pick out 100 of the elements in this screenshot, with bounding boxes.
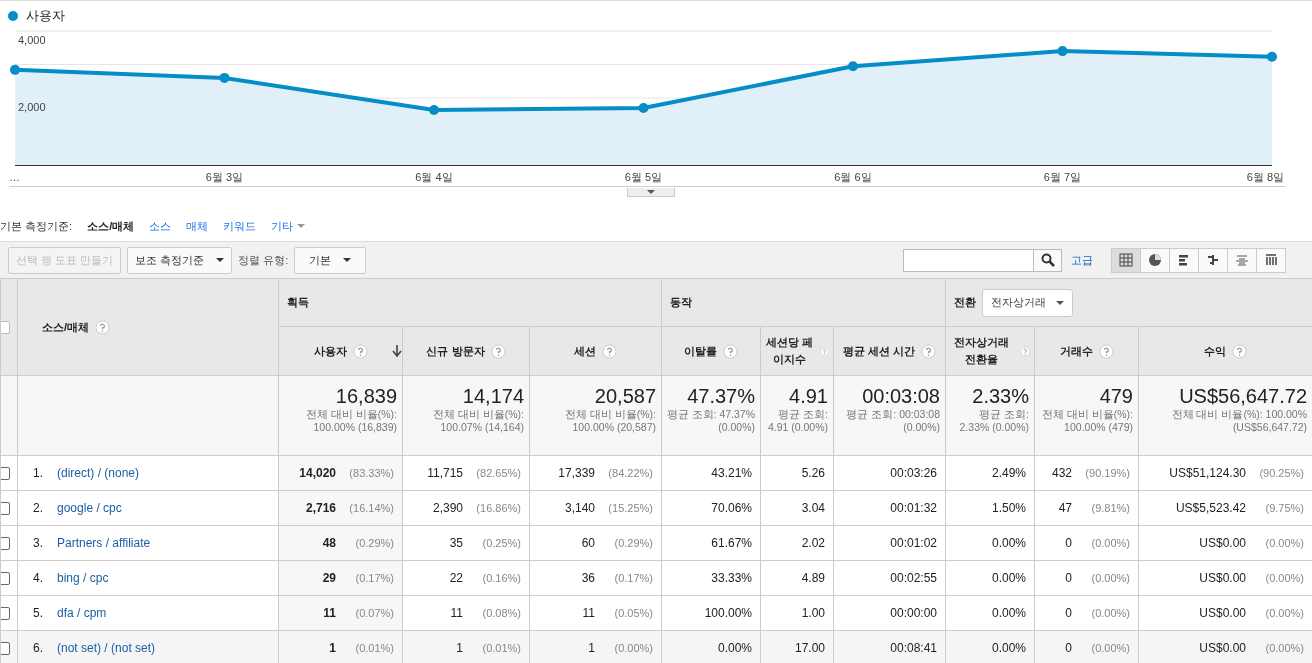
data-point xyxy=(10,64,20,75)
cell-value: 43.21% xyxy=(711,466,752,480)
total-note: 전체 대비 비율(%): 100.00% (US$56,647.72) xyxy=(1170,408,1307,434)
cell-share: (84.22%) xyxy=(607,467,653,479)
row-number: 5. xyxy=(33,606,43,620)
cell-value: US$5,523.42 xyxy=(1175,501,1246,515)
cell-share: (0.25%) xyxy=(481,537,521,549)
total-note: 평균 조회: 2.33% (0.00%) xyxy=(958,408,1029,434)
cell-share: (83.33%) xyxy=(348,467,394,479)
cell-value: 22 xyxy=(449,571,463,585)
cell-value: US$0.00 xyxy=(1199,536,1246,550)
cell-share: (0.00%) xyxy=(1264,642,1304,654)
total-value: 14,174 xyxy=(461,384,524,408)
checkbox[interactable] xyxy=(0,606,10,620)
total-note: 전체 대비 비율(%): 100.00% (20,587) xyxy=(563,408,656,434)
caret-icon xyxy=(297,224,306,228)
cell-value: 14,020 xyxy=(299,466,336,480)
column-header[interactable]: 거래수 xyxy=(1059,342,1093,360)
column-header[interactable]: 신규 방문자 xyxy=(426,342,485,360)
cell-share: (0.00%) xyxy=(1090,537,1130,549)
sort-type-dropdown[interactable]: 기본 xyxy=(294,246,367,274)
cell-share: (90.19%) xyxy=(1084,467,1130,479)
total-value: US$56,647.72 xyxy=(1178,384,1307,408)
cell-value: 3.04 xyxy=(801,501,825,515)
dimension-tab[interactable]: 소스/매체 xyxy=(87,218,135,234)
pie-chart-icon xyxy=(1148,253,1162,267)
cell-value: 2.49% xyxy=(991,466,1026,480)
checkbox[interactable] xyxy=(0,641,10,655)
total-value: 4.91 xyxy=(788,384,828,408)
cell-value: 70.06% xyxy=(711,501,752,515)
source-link[interactable]: google / cpc xyxy=(57,501,122,515)
checkbox[interactable] xyxy=(0,571,10,585)
cell-share: (0.00%) xyxy=(1264,607,1304,619)
view-button[interactable] xyxy=(1141,248,1170,272)
checkbox[interactable] xyxy=(0,501,10,515)
cell-value: US$51,124.30 xyxy=(1169,466,1246,480)
data-point xyxy=(219,72,230,83)
source-link[interactable]: Partners / affiliate xyxy=(57,536,151,550)
axis-label: 4,000 xyxy=(18,34,46,46)
cell-value: 0 xyxy=(1065,571,1072,585)
view-button[interactable] xyxy=(1199,248,1228,272)
total-value: 00:03:08 xyxy=(861,384,940,408)
checkbox[interactable] xyxy=(0,536,10,550)
cell-share: (0.05%) xyxy=(613,607,653,619)
checkbox[interactable] xyxy=(0,466,10,480)
cell-share: (0.29%) xyxy=(613,537,653,549)
search-button[interactable] xyxy=(1034,248,1062,272)
cell-value: 2,716 xyxy=(305,501,336,515)
conversion-dropdown[interactable]: 전자상거래 xyxy=(982,288,1073,317)
source-link[interactable]: (direct) / (none) xyxy=(57,466,140,480)
cell-value: 0 xyxy=(1065,536,1072,550)
dimension-tab[interactable]: 키워드 xyxy=(223,218,257,234)
cell-value: 11 xyxy=(323,606,336,620)
chart-collapse-tab[interactable] xyxy=(627,188,675,197)
cell-share: (0.00%) xyxy=(1090,572,1130,584)
cell-value: 4.89 xyxy=(801,571,825,585)
advanced-link[interactable]: 고급 xyxy=(1071,252,1093,268)
view-button[interactable] xyxy=(1170,248,1199,272)
search-field[interactable] xyxy=(903,248,1034,272)
cell-value: 432 xyxy=(1051,466,1072,480)
source-link[interactable]: dfa / cpm xyxy=(57,606,107,620)
axis-label: 6월 8일 xyxy=(1246,171,1284,183)
cell-value: 17.00 xyxy=(794,641,825,655)
cell-share: (0.08%) xyxy=(481,607,521,619)
cell-value: 48 xyxy=(322,536,336,550)
cell-value: 29 xyxy=(322,571,336,585)
cell-value: 35 xyxy=(449,536,463,550)
grid-icon xyxy=(1119,253,1133,267)
total-note: 전체 대비 비율(%): 100.00% (16,839) xyxy=(304,408,397,434)
total-note: 전체 대비 비율(%): 100.07% (14,164) xyxy=(431,408,524,434)
data-point xyxy=(848,61,858,72)
cell-value: 17,339 xyxy=(558,466,595,480)
more-dimensions-menu[interactable]: 기타 xyxy=(271,218,306,234)
view-button[interactable] xyxy=(1112,248,1141,272)
cell-share: (9.81%) xyxy=(1090,502,1130,514)
source-link[interactable]: bing / cpc xyxy=(57,571,109,585)
column-header[interactable]: 세션 xyxy=(574,342,596,360)
cell-share: (90.25%) xyxy=(1258,467,1304,479)
help-icon xyxy=(921,343,937,359)
column-header[interactable]: 수익 xyxy=(1204,342,1226,360)
checkbox[interactable] xyxy=(0,320,10,334)
source-link[interactable]: (not set) / (not set) xyxy=(57,641,156,655)
column-header[interactable]: 사용자 xyxy=(313,342,347,360)
axis-label: 6월 3일 xyxy=(205,171,244,183)
view-button[interactable] xyxy=(1257,248,1285,272)
cell-value: 1 xyxy=(588,641,595,655)
dimension-tab[interactable]: 소스 xyxy=(149,218,172,234)
cell-share: (82.65%) xyxy=(475,467,521,479)
cell-share: (0.16%) xyxy=(481,572,521,584)
dimension-tab[interactable]: 매체 xyxy=(186,218,209,234)
column-header[interactable]: 이탈률 xyxy=(684,342,717,360)
caret-icon xyxy=(647,190,655,194)
row-number: 3. xyxy=(33,536,43,550)
axis-label: 6월 5일 xyxy=(624,171,663,183)
dimension-label: 기본 측정기준: xyxy=(0,218,73,234)
group-header: 전환 xyxy=(954,295,976,310)
column-chart-icon xyxy=(1264,253,1278,267)
secondary-dimension-dropdown[interactable]: 보조 측정기준 xyxy=(127,246,233,274)
cell-value: 0.00% xyxy=(991,536,1026,550)
cell-value: 1.00 xyxy=(801,606,825,620)
